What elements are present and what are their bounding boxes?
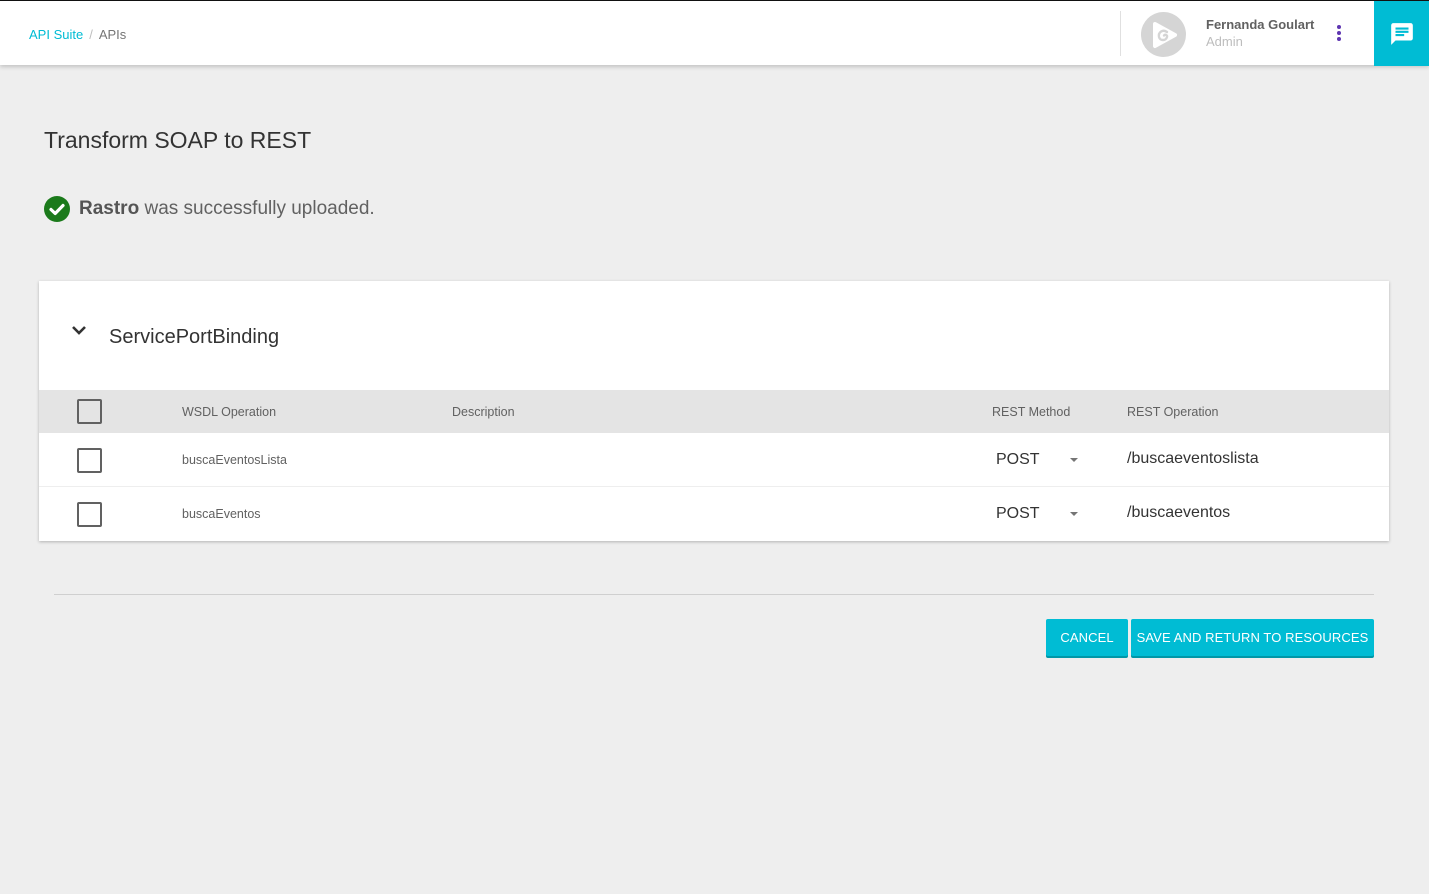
kebab-menu-icon[interactable] [1330, 21, 1348, 45]
chat-button[interactable] [1374, 1, 1429, 66]
table-row: buscaEventos POST [39, 487, 1389, 541]
binding-header[interactable]: ServicePortBinding [39, 281, 1389, 390]
table-row: buscaEventosLista POST [39, 433, 1389, 487]
rest-method-value: POST [996, 505, 1040, 522]
wsdl-operation: buscaEventosLista [182, 453, 287, 467]
save-and-return-button[interactable]: SAVE AND RETURN TO RESOURCES [1131, 619, 1374, 656]
row-checkbox[interactable] [77, 502, 102, 527]
chat-icon [1390, 22, 1413, 45]
breadcrumb-apis: APIs [98, 27, 127, 42]
user-name: Fernanda Goulart [1206, 17, 1315, 32]
rest-method-value: POST [996, 451, 1040, 468]
rest-operation-input[interactable] [1127, 504, 1367, 522]
column-rest-method: REST Method [992, 405, 1071, 419]
swirl-logo-icon [1152, 21, 1177, 48]
breadcrumb: API Suite / APIs [29, 27, 126, 42]
avatar[interactable] [1141, 12, 1186, 57]
footer-divider [54, 594, 1374, 595]
success-text: Rastro was successfully uploaded. [79, 198, 375, 220]
chevron-down-icon[interactable] [69, 321, 89, 341]
dropdown-caret-icon [1070, 458, 1078, 462]
breadcrumb-separator: / [89, 27, 93, 42]
user-divider [1120, 11, 1121, 56]
breadcrumb-api-suite[interactable]: API Suite [29, 27, 83, 42]
table-header: WSDL Operation Description REST Method R… [39, 390, 1389, 433]
wsdl-operation: buscaEventos [182, 507, 261, 521]
row-checkbox[interactable] [77, 448, 102, 473]
success-suffix: was successfully uploaded. [139, 198, 375, 219]
dropdown-caret-icon [1070, 512, 1078, 516]
binding-card: ServicePortBinding WSDL Operation Descri… [39, 281, 1389, 541]
rest-method-select[interactable]: POST [996, 449, 1086, 471]
rest-operation-input[interactable] [1127, 450, 1367, 468]
cancel-button[interactable]: CANCEL [1046, 619, 1128, 656]
column-description: Description [452, 405, 515, 419]
rest-method-select[interactable]: POST [996, 503, 1086, 525]
uploaded-file-name: Rastro [79, 198, 140, 219]
page-title: Transform SOAP to REST [44, 127, 312, 153]
user-role: Admin [1206, 34, 1243, 49]
success-message: Rastro was successfully uploaded. [44, 196, 375, 222]
column-rest-operation: REST Operation [1127, 405, 1219, 419]
column-wsdl-operation: WSDL Operation [182, 405, 277, 419]
binding-title: ServicePortBinding [109, 326, 280, 348]
select-all-checkbox[interactable] [77, 399, 102, 424]
top-bar: API Suite / APIs Fernanda Goulart Admin [0, 0, 1429, 66]
check-circle-icon [44, 196, 70, 222]
